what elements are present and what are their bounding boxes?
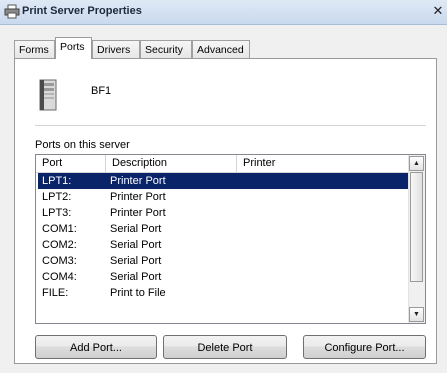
- description-cell: Printer Port: [110, 175, 166, 187]
- delete-port-button[interactable]: Delete Port: [163, 335, 287, 359]
- description-cell: Serial Port: [110, 255, 162, 267]
- server-name: BF1: [91, 85, 112, 97]
- tab-security[interactable]: Security: [140, 40, 192, 58]
- vertical-scrollbar[interactable]: ▲ ▼: [408, 155, 425, 323]
- table-row[interactable]: COM3: Serial Port: [38, 253, 409, 269]
- column-header-port[interactable]: Port: [36, 155, 106, 172]
- port-cell: COM4:: [42, 271, 77, 283]
- table-row[interactable]: COM4: Serial Port: [38, 269, 409, 285]
- description-cell: Print to File: [110, 287, 166, 299]
- ports-list[interactable]: Port Description Printer LPT1: Printer P…: [35, 154, 426, 324]
- title-bar[interactable]: Print Server Properties ✕: [0, 0, 447, 25]
- port-cell: COM2:: [42, 239, 77, 251]
- description-cell: Printer Port: [110, 191, 166, 203]
- port-cell: LPT3:: [42, 207, 72, 219]
- close-button[interactable]: ✕: [431, 3, 445, 19]
- port-cell: FILE:: [42, 287, 69, 299]
- add-port-button[interactable]: Add Port...: [35, 335, 157, 359]
- table-row[interactable]: LPT2: Printer Port: [38, 189, 409, 205]
- section-divider: [35, 125, 426, 126]
- port-cell: LPT2:: [42, 191, 72, 203]
- tab-advanced[interactable]: Advanced: [192, 40, 250, 58]
- table-row[interactable]: LPT3: Printer Port: [38, 205, 409, 221]
- description-cell: Serial Port: [110, 239, 162, 251]
- tab-forms[interactable]: Forms: [14, 40, 55, 58]
- column-header-description[interactable]: Description: [106, 155, 237, 172]
- port-cell: COM1:: [42, 223, 77, 235]
- ports-section-label: Ports on this server: [35, 139, 130, 151]
- scroll-down-arrow-icon[interactable]: ▼: [409, 307, 424, 322]
- printer-icon: [4, 4, 20, 19]
- window-title: Print Server Properties: [22, 5, 142, 17]
- tab-drivers[interactable]: Drivers: [92, 40, 140, 58]
- tab-ports[interactable]: Ports: [55, 37, 92, 59]
- list-header: Port Description Printer: [36, 155, 409, 173]
- ports-tab-panel: BF1 Ports on this server Port Descriptio…: [14, 58, 437, 364]
- description-cell: Printer Port: [110, 207, 166, 219]
- configure-port-button[interactable]: Configure Port...: [303, 335, 426, 359]
- port-cell: COM3:: [42, 255, 77, 267]
- description-cell: Serial Port: [110, 223, 162, 235]
- column-header-printer[interactable]: Printer: [237, 155, 409, 172]
- table-row[interactable]: COM2: Serial Port: [38, 237, 409, 253]
- description-cell: Serial Port: [110, 271, 162, 283]
- port-cell: LPT1:: [42, 175, 72, 187]
- table-row[interactable]: FILE: Print to File: [38, 285, 409, 301]
- table-row[interactable]: COM1: Serial Port: [38, 221, 409, 237]
- table-row[interactable]: LPT1: Printer Port: [38, 173, 409, 189]
- scroll-up-arrow-icon[interactable]: ▲: [409, 156, 424, 171]
- scrollbar-thumb[interactable]: [410, 172, 423, 282]
- server-tower-icon: [39, 79, 57, 111]
